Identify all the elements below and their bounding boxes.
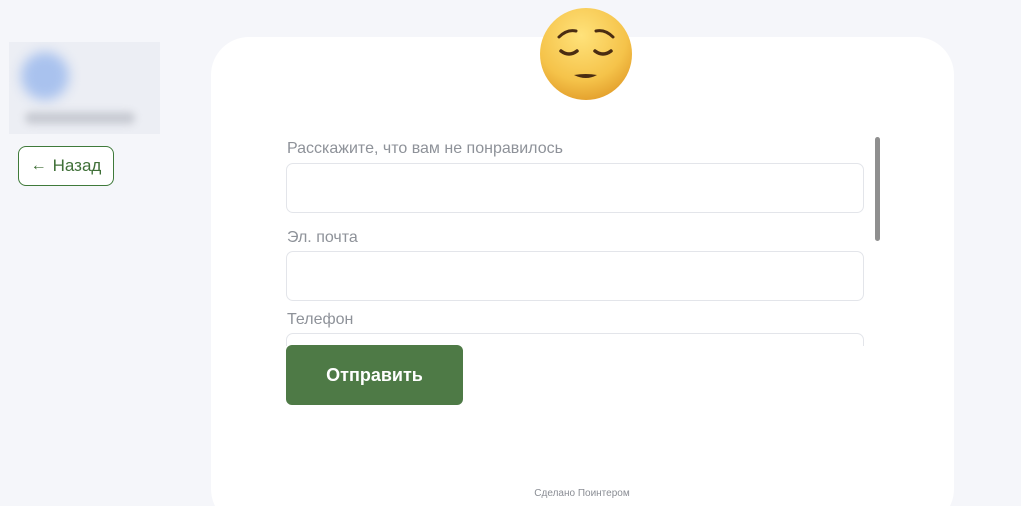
made-by-footer[interactable]: Сделано Поинтером — [0, 488, 1021, 499]
company-logo — [21, 52, 69, 100]
company-name-blurred — [25, 112, 135, 124]
complaint-field-label: Расскажите, что вам не понравилось — [287, 140, 563, 157]
arrow-left-icon: ← — [30, 157, 47, 174]
feedback-page: ← Назад Расскажите, что вам не понравило… — [0, 0, 1021, 506]
complaint-field[interactable] — [286, 163, 864, 213]
phone-field-label: Телефон — [287, 311, 354, 328]
pensive-face-icon — [540, 8, 632, 100]
back-button-label: Назад — [52, 156, 102, 175]
feedback-form: Расскажите, что вам не понравилось Эл. п… — [286, 136, 864, 346]
email-field-label: Эл. почта — [287, 229, 358, 246]
email-field[interactable] — [286, 251, 864, 301]
company-brand-blurred — [9, 42, 160, 134]
form-scrollbar[interactable] — [875, 137, 880, 241]
submit-button[interactable]: Отправить — [286, 345, 463, 405]
back-button[interactable]: ← Назад — [18, 146, 114, 186]
